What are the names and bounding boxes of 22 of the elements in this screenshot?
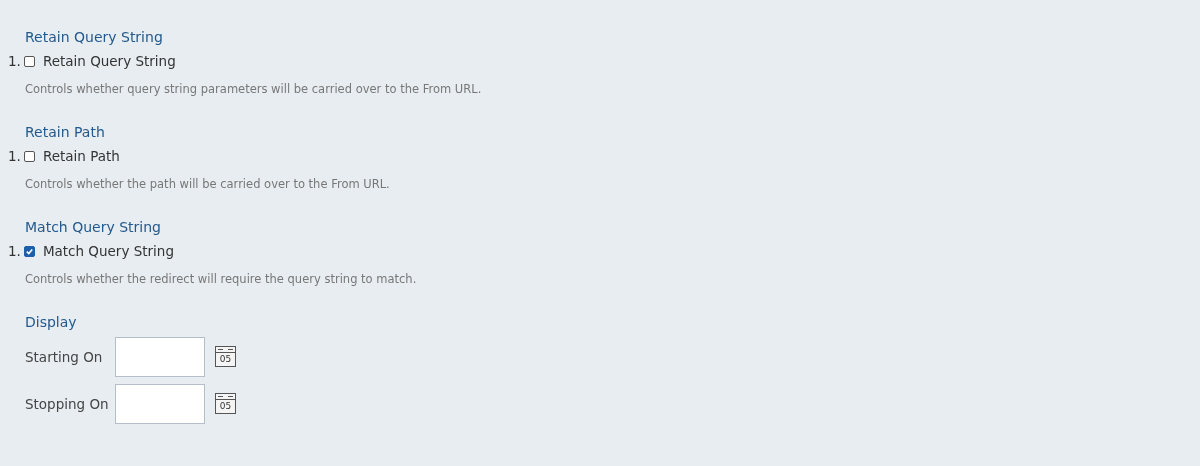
checkbox[interactable] — [23, 245, 35, 257]
field-label: Stopping On — [25, 395, 110, 412]
checkbox[interactable] — [23, 55, 35, 67]
date-input-field[interactable] — [115, 383, 205, 424]
description-text: Controls whether the path will be carried over to the From URL. — [24, 176, 391, 193]
checkbox-label[interactable]: Retain Path — [42, 148, 120, 164]
list-number: 1. — [8, 148, 21, 164]
checkbox[interactable] — [23, 150, 35, 162]
checkbox-label[interactable]: Retain Query String — [42, 53, 176, 69]
calendar-button[interactable]: 05 — [215, 346, 236, 367]
list-number: 1. — [8, 53, 21, 69]
description-text: Controls whether query string parameters will be carried over to the From URL. — [24, 81, 483, 98]
checkbox-label[interactable]: Match Query String — [42, 243, 174, 259]
calendar-button[interactable]: 05 — [215, 393, 236, 414]
section-heading: Display — [24, 313, 78, 332]
section-heading: Retain Query String — [24, 28, 164, 47]
date-input-field[interactable] — [115, 336, 205, 377]
section-heading: Match Query String — [24, 218, 162, 237]
description-text: Controls whether the redirect will require the query string to match. — [24, 271, 418, 288]
list-number: 1. — [8, 243, 21, 259]
field-label: Starting On — [25, 348, 104, 365]
section-heading: Retain Path — [24, 123, 106, 142]
